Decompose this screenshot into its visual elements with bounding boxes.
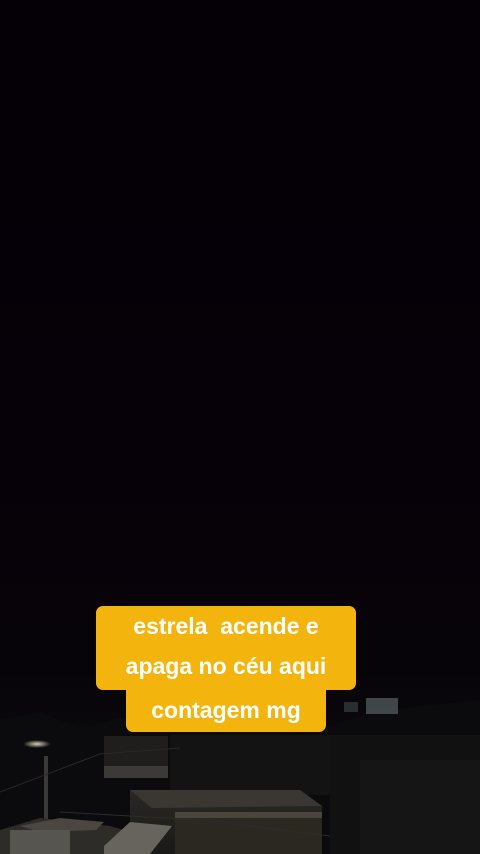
roof-edge xyxy=(130,790,322,808)
distant-window-light-2 xyxy=(344,702,358,712)
roof-wall xyxy=(175,812,322,854)
middle-wall xyxy=(170,735,330,795)
right-building-detail xyxy=(360,760,480,854)
roof-wall-shade xyxy=(175,812,322,818)
caption-line-3: contagem mg xyxy=(126,690,326,732)
distant-window-light xyxy=(366,698,398,714)
night-sky-photo: estrela acende e apaga no céu aqui conta… xyxy=(0,0,480,854)
tank-box xyxy=(10,830,70,854)
caption-line-2: apaga no céu aqui xyxy=(96,646,356,690)
caption-line-1: estrela acende e xyxy=(96,606,356,646)
distant-light xyxy=(23,740,51,748)
window-frame xyxy=(104,766,168,778)
antenna-pole xyxy=(44,756,48,822)
